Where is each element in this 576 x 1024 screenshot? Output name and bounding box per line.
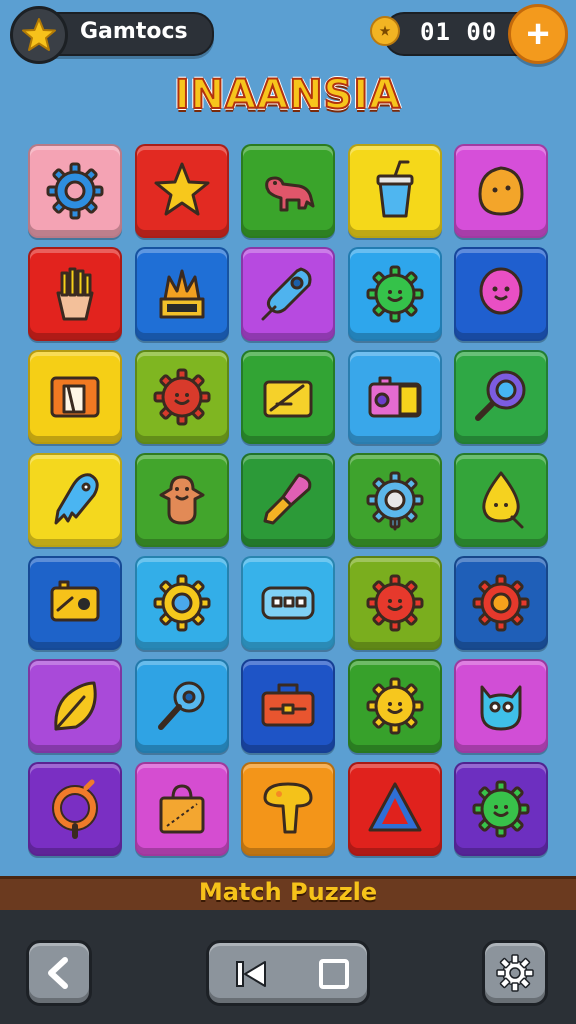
settings-button[interactable]	[482, 940, 548, 1006]
gear-icon	[46, 162, 104, 220]
magnifier-icon	[475, 370, 526, 421]
folder-icon	[50, 376, 100, 418]
pencil-box-icon	[263, 380, 313, 418]
skip-back-button[interactable]	[231, 957, 271, 991]
coin-icon: ★	[370, 16, 400, 46]
red-gear-icon	[153, 368, 210, 426]
bottom-toolbar	[0, 910, 576, 1024]
tile-star[interactable]	[134, 144, 229, 238]
tile-green-blob[interactable]	[454, 762, 548, 856]
tile-red-gear[interactable]	[134, 350, 229, 444]
star-icon	[154, 162, 209, 216]
cup-icon	[376, 160, 413, 218]
tile-cog-pin[interactable]	[347, 453, 442, 547]
tile-radio[interactable]	[28, 556, 122, 650]
skip-back-icon	[236, 961, 266, 987]
tile-mushroom[interactable]	[241, 762, 335, 856]
cog-pin-icon	[366, 471, 423, 531]
tile-blob[interactable]	[454, 144, 548, 238]
balloon-icon	[479, 267, 523, 315]
blob-icon	[478, 166, 524, 216]
tile-magnifier[interactable]	[454, 350, 548, 444]
tile-key[interactable]	[134, 659, 229, 753]
tile-folder[interactable]	[28, 350, 122, 444]
tile-grid	[28, 144, 550, 858]
tile-paintbrush[interactable]	[241, 453, 335, 547]
star-icon[interactable]	[10, 6, 68, 64]
leaf-icon	[54, 681, 97, 731]
green-blob-icon	[472, 780, 530, 838]
tile-gear[interactable]	[28, 144, 122, 238]
tile-creature[interactable]	[134, 453, 229, 547]
toolbox-icon	[261, 683, 315, 727]
tile-smile-gear[interactable]	[347, 556, 442, 650]
tile-triangle[interactable]	[347, 762, 442, 856]
radio-icon	[50, 580, 100, 622]
tile-leaf[interactable]	[28, 659, 122, 753]
cat-face-icon	[480, 685, 522, 731]
green-gear-icon	[366, 265, 423, 323]
tile-sun-gear[interactable]	[134, 556, 229, 650]
tile-remote[interactable]	[241, 556, 335, 650]
gear-icon	[496, 954, 534, 992]
ring-icon	[52, 779, 98, 839]
tile-fries[interactable]	[28, 247, 122, 341]
ghost-icon	[54, 473, 99, 525]
stop-icon	[319, 959, 349, 989]
tile-cat-face[interactable]	[454, 659, 548, 753]
dinosaur-icon	[265, 176, 315, 212]
tile-dinosaur[interactable]	[241, 144, 335, 238]
profile-label: Gamtocs	[80, 19, 188, 44]
bag-icon	[159, 784, 204, 834]
tile-ring[interactable]	[28, 762, 122, 856]
media-controls	[206, 940, 370, 1006]
tile-bag[interactable]	[134, 762, 229, 856]
tile-crown-box[interactable]	[134, 247, 229, 341]
tile-camera[interactable]	[347, 350, 442, 444]
tile-drop[interactable]	[454, 453, 548, 547]
tile-green-gear[interactable]	[347, 247, 442, 341]
drop-icon	[482, 471, 524, 529]
remote-icon	[261, 586, 315, 620]
tile-sun-face[interactable]	[347, 659, 442, 753]
tile-popsicle[interactable]	[241, 247, 335, 341]
tile-toolbox[interactable]	[241, 659, 335, 753]
back-arrow-icon	[48, 957, 68, 989]
crown-box-icon	[159, 269, 204, 319]
tile-orange-gear[interactable]	[454, 556, 548, 650]
orange-gear-icon	[472, 574, 530, 632]
key-icon	[157, 681, 204, 730]
popsicle-icon	[261, 267, 312, 321]
creature-icon	[159, 475, 204, 525]
sun-gear-icon	[153, 574, 210, 632]
banner-label: Match Puzzle	[198, 878, 378, 906]
back-button[interactable]	[26, 940, 92, 1006]
tile-ghost[interactable]	[28, 453, 122, 547]
add-button[interactable]: +	[508, 4, 568, 64]
camera-icon	[368, 376, 421, 418]
paintbrush-icon	[263, 473, 312, 525]
tile-pencil-box[interactable]	[241, 350, 335, 444]
triangle-icon	[368, 782, 421, 832]
game-title: INAANSIA	[174, 71, 402, 119]
mushroom-icon	[263, 782, 313, 834]
tile-balloon[interactable]	[454, 247, 548, 341]
timer-value: 01 00	[420, 18, 498, 46]
stop-button[interactable]	[317, 957, 351, 991]
tile-cup[interactable]	[347, 144, 442, 238]
top-bar: Gamtocs ★ 01 00 +	[0, 0, 576, 70]
fries-icon	[56, 267, 94, 321]
sun-face-icon	[366, 677, 423, 735]
smile-gear-icon	[366, 574, 423, 632]
